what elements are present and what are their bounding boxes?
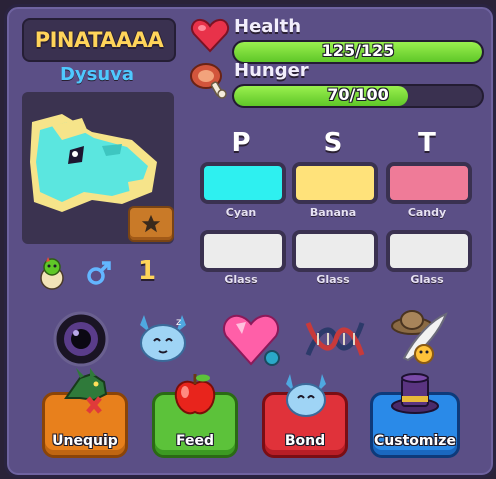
primary-color-swatch[interactable] [200, 162, 286, 204]
egg-icon [38, 256, 66, 290]
primary-color-label: Cyan [225, 206, 257, 219]
pet-species: Dysuva [59, 64, 135, 85]
male-icon [84, 258, 114, 288]
star-icon [141, 214, 161, 233]
secondary-material-swatch[interactable] [292, 230, 378, 272]
pet-face-icon[interactable]: z [132, 308, 194, 370]
bond-label: Bond [284, 433, 326, 449]
svg-text:z: z [176, 317, 181, 328]
secondary-color-swatch[interactable] [292, 162, 378, 204]
secondary-color-header: S [323, 128, 343, 158]
meat-icon [188, 60, 230, 100]
hat-feather-icon[interactable] [386, 306, 448, 368]
health-value: 125/125 [321, 41, 395, 60]
hunger-label: Hunger [234, 60, 309, 81]
tertiary-color-swatch[interactable] [386, 162, 472, 204]
secondary-color-label: Banana [309, 206, 357, 219]
pet-name: PINATAAAA [34, 28, 164, 52]
customize-label: Customize [374, 433, 456, 449]
favorite-button[interactable] [128, 206, 174, 242]
primary-material-swatch[interactable] [200, 230, 286, 272]
tertiary-material-swatch[interactable] [386, 230, 472, 272]
dna-icon[interactable] [304, 308, 366, 370]
primary-color-header: P [231, 128, 251, 158]
tertiary-color-header: T [418, 128, 436, 158]
unequip-label: Unequip [52, 433, 118, 449]
heart-icon [190, 18, 230, 54]
tertiary-color-label: Candy [407, 206, 447, 219]
pet-name-plate[interactable]: PINATAAAA [22, 18, 176, 62]
tertiary-material-label: Glass [410, 273, 444, 286]
apple-icon [172, 372, 218, 418]
secondary-material-label: Glass [316, 273, 350, 286]
eye-icon[interactable] [50, 308, 112, 370]
primary-material-label: Glass [224, 273, 258, 286]
pet-level: 1 [138, 256, 157, 286]
health-label: Health [234, 16, 302, 37]
top-hat-icon [390, 370, 440, 416]
hunger-value: 70/100 [327, 85, 389, 104]
feed-label: Feed [175, 433, 214, 449]
gem-heart-icon[interactable] [220, 308, 282, 370]
pet-face-icon [280, 372, 332, 420]
dragon-icon [60, 368, 112, 416]
